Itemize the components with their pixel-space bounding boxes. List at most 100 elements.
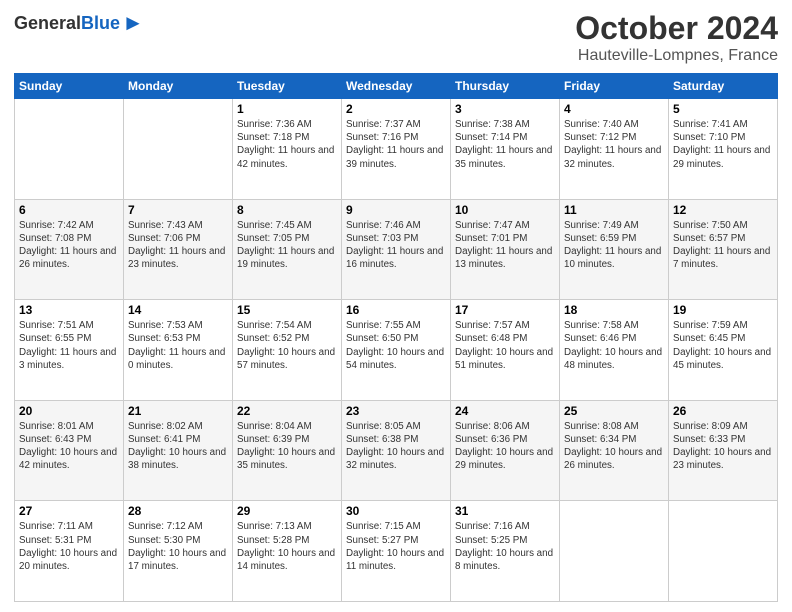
sunset-time: Sunset: 7:03 PM — [346, 233, 418, 244]
daylight-hours: Daylight: 10 hours and 14 minutes. — [237, 548, 335, 572]
daylight-hours: Daylight: 11 hours and 7 minutes. — [673, 246, 770, 270]
day-info: Sunrise: 8:08 AM Sunset: 6:34 PM Dayligh… — [564, 420, 664, 473]
calendar-week-row: 13 Sunrise: 7:51 AM Sunset: 6:55 PM Dayl… — [15, 300, 778, 401]
table-row: 11 Sunrise: 7:49 AM Sunset: 6:59 PM Dayl… — [560, 199, 669, 300]
day-number: 26 — [673, 404, 773, 418]
daylight-hours: Daylight: 11 hours and 16 minutes. — [346, 246, 443, 270]
day-info: Sunrise: 7:49 AM Sunset: 6:59 PM Dayligh… — [564, 219, 664, 272]
sunset-time: Sunset: 7:10 PM — [673, 132, 745, 143]
table-row: 4 Sunrise: 7:40 AM Sunset: 7:12 PM Dayli… — [560, 99, 669, 200]
daylight-hours: Daylight: 10 hours and 38 minutes. — [128, 447, 226, 471]
day-info: Sunrise: 7:16 AM Sunset: 5:25 PM Dayligh… — [455, 520, 555, 573]
table-row: 18 Sunrise: 7:58 AM Sunset: 6:46 PM Dayl… — [560, 300, 669, 401]
table-row: 21 Sunrise: 8:02 AM Sunset: 6:41 PM Dayl… — [124, 400, 233, 501]
sunset-time: Sunset: 5:28 PM — [237, 535, 309, 546]
sunrise-time: Sunrise: 7:59 AM — [673, 320, 748, 331]
sunset-time: Sunset: 7:12 PM — [564, 132, 636, 143]
month-title: October 2024 — [575, 10, 778, 47]
sunset-time: Sunset: 6:52 PM — [237, 333, 309, 344]
calendar-week-row: 1 Sunrise: 7:36 AM Sunset: 7:18 PM Dayli… — [15, 99, 778, 200]
day-info: Sunrise: 7:38 AM Sunset: 7:14 PM Dayligh… — [455, 118, 555, 171]
sunset-time: Sunset: 5:27 PM — [346, 535, 418, 546]
sunrise-time: Sunrise: 8:02 AM — [128, 421, 203, 432]
day-info: Sunrise: 7:43 AM Sunset: 7:06 PM Dayligh… — [128, 219, 228, 272]
table-row — [124, 99, 233, 200]
day-info: Sunrise: 7:45 AM Sunset: 7:05 PM Dayligh… — [237, 219, 337, 272]
sunset-time: Sunset: 6:36 PM — [455, 434, 527, 445]
sunrise-time: Sunrise: 7:40 AM — [564, 119, 639, 130]
table-row: 7 Sunrise: 7:43 AM Sunset: 7:06 PM Dayli… — [124, 199, 233, 300]
table-row: 15 Sunrise: 7:54 AM Sunset: 6:52 PM Dayl… — [233, 300, 342, 401]
day-number: 12 — [673, 203, 773, 217]
logo: General Blue ► — [14, 10, 144, 36]
sunset-time: Sunset: 7:08 PM — [19, 233, 91, 244]
table-row: 6 Sunrise: 7:42 AM Sunset: 7:08 PM Dayli… — [15, 199, 124, 300]
sunset-time: Sunset: 7:05 PM — [237, 233, 309, 244]
col-saturday: Saturday — [669, 74, 778, 99]
daylight-hours: Daylight: 11 hours and 32 minutes. — [564, 145, 661, 169]
col-friday: Friday — [560, 74, 669, 99]
daylight-hours: Daylight: 11 hours and 19 minutes. — [237, 246, 334, 270]
table-row: 27 Sunrise: 7:11 AM Sunset: 5:31 PM Dayl… — [15, 501, 124, 602]
daylight-hours: Daylight: 10 hours and 48 minutes. — [564, 347, 662, 371]
day-number: 17 — [455, 303, 555, 317]
day-info: Sunrise: 7:46 AM Sunset: 7:03 PM Dayligh… — [346, 219, 446, 272]
day-number: 16 — [346, 303, 446, 317]
sunrise-time: Sunrise: 7:11 AM — [19, 521, 93, 532]
daylight-hours: Daylight: 10 hours and 23 minutes. — [673, 447, 771, 471]
col-thursday: Thursday — [451, 74, 560, 99]
sunset-time: Sunset: 5:25 PM — [455, 535, 527, 546]
day-info: Sunrise: 7:12 AM Sunset: 5:30 PM Dayligh… — [128, 520, 228, 573]
sunrise-time: Sunrise: 7:42 AM — [19, 220, 94, 231]
sunset-time: Sunset: 7:18 PM — [237, 132, 309, 143]
day-info: Sunrise: 7:41 AM Sunset: 7:10 PM Dayligh… — [673, 118, 773, 171]
table-row: 31 Sunrise: 7:16 AM Sunset: 5:25 PM Dayl… — [451, 501, 560, 602]
day-number: 19 — [673, 303, 773, 317]
logo-bird-icon: ► — [122, 10, 144, 36]
daylight-hours: Daylight: 10 hours and 20 minutes. — [19, 548, 117, 572]
location-title: Hauteville-Lompnes, France — [575, 47, 778, 65]
day-number: 27 — [19, 504, 119, 518]
day-info: Sunrise: 7:54 AM Sunset: 6:52 PM Dayligh… — [237, 319, 337, 372]
calendar-header-row: Sunday Monday Tuesday Wednesday Thursday… — [15, 74, 778, 99]
day-number: 23 — [346, 404, 446, 418]
day-info: Sunrise: 7:55 AM Sunset: 6:50 PM Dayligh… — [346, 319, 446, 372]
daylight-hours: Daylight: 10 hours and 54 minutes. — [346, 347, 444, 371]
day-number: 30 — [346, 504, 446, 518]
day-info: Sunrise: 7:58 AM Sunset: 6:46 PM Dayligh… — [564, 319, 664, 372]
table-row: 16 Sunrise: 7:55 AM Sunset: 6:50 PM Dayl… — [342, 300, 451, 401]
day-number: 24 — [455, 404, 555, 418]
table-row: 3 Sunrise: 7:38 AM Sunset: 7:14 PM Dayli… — [451, 99, 560, 200]
day-number: 10 — [455, 203, 555, 217]
day-info: Sunrise: 7:15 AM Sunset: 5:27 PM Dayligh… — [346, 520, 446, 573]
sunset-time: Sunset: 5:31 PM — [19, 535, 91, 546]
table-row: 22 Sunrise: 8:04 AM Sunset: 6:39 PM Dayl… — [233, 400, 342, 501]
day-number: 1 — [237, 102, 337, 116]
sunset-time: Sunset: 6:33 PM — [673, 434, 745, 445]
day-number: 14 — [128, 303, 228, 317]
table-row: 30 Sunrise: 7:15 AM Sunset: 5:27 PM Dayl… — [342, 501, 451, 602]
sunset-time: Sunset: 7:14 PM — [455, 132, 527, 143]
calendar-week-row: 6 Sunrise: 7:42 AM Sunset: 7:08 PM Dayli… — [15, 199, 778, 300]
sunrise-time: Sunrise: 7:37 AM — [346, 119, 421, 130]
day-info: Sunrise: 8:01 AM Sunset: 6:43 PM Dayligh… — [19, 420, 119, 473]
title-section: October 2024 Hauteville-Lompnes, France — [575, 10, 778, 65]
day-number: 28 — [128, 504, 228, 518]
sunrise-time: Sunrise: 7:53 AM — [128, 320, 203, 331]
sunset-time: Sunset: 6:45 PM — [673, 333, 745, 344]
sunrise-time: Sunrise: 7:12 AM — [128, 521, 203, 532]
logo-blue-text: Blue — [81, 13, 120, 34]
table-row: 12 Sunrise: 7:50 AM Sunset: 6:57 PM Dayl… — [669, 199, 778, 300]
table-row: 8 Sunrise: 7:45 AM Sunset: 7:05 PM Dayli… — [233, 199, 342, 300]
day-number: 31 — [455, 504, 555, 518]
daylight-hours: Daylight: 10 hours and 42 minutes. — [19, 447, 117, 471]
sunrise-time: Sunrise: 7:38 AM — [455, 119, 530, 130]
table-row — [15, 99, 124, 200]
day-info: Sunrise: 8:05 AM Sunset: 6:38 PM Dayligh… — [346, 420, 446, 473]
day-number: 8 — [237, 203, 337, 217]
daylight-hours: Daylight: 10 hours and 51 minutes. — [455, 347, 553, 371]
daylight-hours: Daylight: 10 hours and 35 minutes. — [237, 447, 335, 471]
sunset-time: Sunset: 7:16 PM — [346, 132, 418, 143]
table-row: 20 Sunrise: 8:01 AM Sunset: 6:43 PM Dayl… — [15, 400, 124, 501]
day-info: Sunrise: 8:04 AM Sunset: 6:39 PM Dayligh… — [237, 420, 337, 473]
